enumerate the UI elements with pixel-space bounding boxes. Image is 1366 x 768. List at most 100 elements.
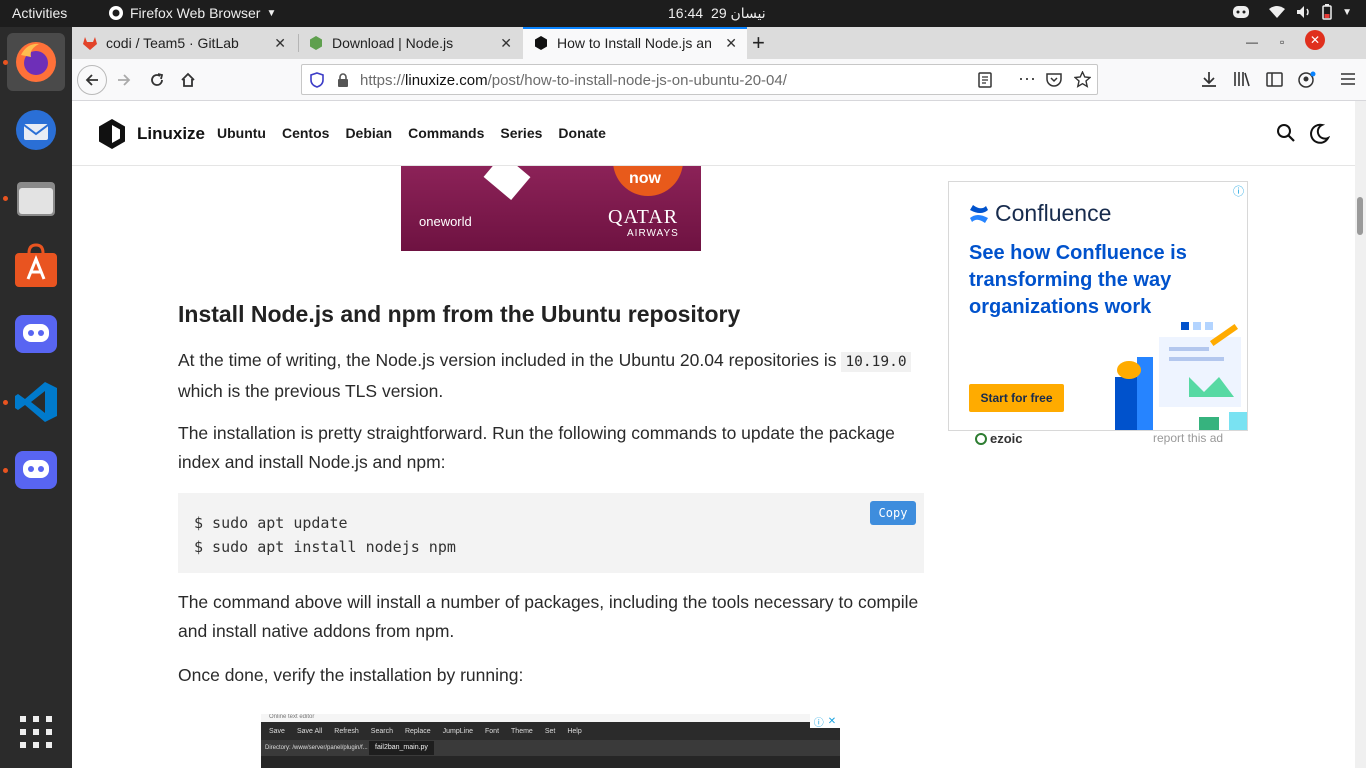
reload-button[interactable] xyxy=(142,65,172,95)
tab-title: codi / Team5 · GitLab xyxy=(106,35,239,51)
hamburger-menu-icon[interactable] xyxy=(1340,72,1356,86)
tab-nodejs[interactable]: Download | Node.js ✕ xyxy=(298,27,522,59)
copy-button[interactable]: Copy xyxy=(870,501,916,525)
ad-info-icon[interactable]: ⓘ xyxy=(1233,183,1244,199)
code-line: $ sudo apt install nodejs npm xyxy=(194,538,456,556)
site-logo[interactable]: Linuxize xyxy=(97,118,205,150)
forward-button[interactable] xyxy=(109,65,139,95)
nav-debian[interactable]: Debian xyxy=(345,125,392,141)
ezoic-logo[interactable]: ezoic xyxy=(975,431,1023,446)
system-tray[interactable]: ▼ xyxy=(1232,4,1352,20)
gitlab-icon xyxy=(83,37,97,50)
caret-down-icon: ▼ xyxy=(266,7,277,19)
tab-linuxize[interactable]: How to Install Node.js an ✕ xyxy=(523,27,747,59)
vscode-icon xyxy=(15,382,57,422)
pocket-icon[interactable] xyxy=(1046,72,1062,87)
navigation-toolbar: https://linuxize.com/post/how-to-install… xyxy=(72,59,1366,101)
close-icon[interactable]: ✕ xyxy=(725,35,737,52)
confluence-ad[interactable]: ⓘ Confluence See how Confluence is trans… xyxy=(948,181,1248,431)
nav-donate[interactable]: Donate xyxy=(558,125,605,141)
paragraph: Once done, verify the installation by ru… xyxy=(178,665,524,685)
start-for-free-button[interactable]: Start for free xyxy=(969,384,1064,412)
search-icon[interactable] xyxy=(1276,123,1296,143)
nav-series[interactable]: Series xyxy=(500,125,542,141)
ad-caption: Online text editor xyxy=(261,714,840,722)
app-menu[interactable]: Firefox Web Browser ▼ xyxy=(108,5,276,21)
account-icon[interactable] xyxy=(1298,71,1316,89)
close-icon[interactable]: ✕ xyxy=(500,35,512,52)
ad-toolbar-item: Save xyxy=(269,727,285,735)
show-applications-button[interactable] xyxy=(7,703,65,761)
dark-mode-moon-icon[interactable] xyxy=(1308,123,1330,145)
dock-vscode[interactable] xyxy=(7,373,65,431)
inline-code: 10.19.0 xyxy=(841,352,911,372)
back-button[interactable] xyxy=(77,65,107,95)
dock-discord-2[interactable] xyxy=(7,441,65,499)
site-header: Linuxize Ubuntu Centos Debian Commands S… xyxy=(72,101,1355,166)
paragraph: The installation is pretty straightforwa… xyxy=(178,423,895,472)
tab-gitlab[interactable]: codi / Team5 · GitLab ✕ xyxy=(72,27,296,59)
ad-headline: See how Confluence is transforming the w… xyxy=(969,242,1187,318)
ad-choices[interactable]: ⓘ ✕ xyxy=(810,714,840,729)
dock-firefox[interactable] xyxy=(7,33,65,91)
url-bar[interactable]: https://linuxize.com/post/how-to-install… xyxy=(301,64,1098,95)
ad-info-icon[interactable]: ⓘ xyxy=(814,714,824,729)
files-icon xyxy=(17,182,55,216)
caret-down-icon[interactable]: ▼ xyxy=(1342,7,1352,18)
tab-strip: codi / Team5 · GitLab ✕ Download | Node.… xyxy=(72,27,1366,59)
tracking-shield-icon[interactable] xyxy=(310,72,324,88)
nav-centos[interactable]: Centos xyxy=(282,125,329,141)
ad-file-tab: fail2ban_main.py xyxy=(369,741,434,755)
report-ad-link[interactable]: report this ad xyxy=(1153,431,1223,445)
ad-close-icon[interactable]: ✕ xyxy=(828,716,836,727)
firefox-small-icon xyxy=(109,6,123,20)
url-scheme: https:// xyxy=(360,72,406,89)
url-domain: linuxize.com xyxy=(405,72,488,89)
activities-button[interactable]: Activities xyxy=(12,5,67,21)
reader-view-icon[interactable] xyxy=(978,72,992,88)
paragraph-text: At the time of writing, the Node.js vers… xyxy=(178,350,837,370)
dock-thunderbird[interactable] xyxy=(7,101,65,159)
minimize-button[interactable]: — xyxy=(1246,35,1258,49)
page-scrollbar[interactable] xyxy=(1355,101,1366,768)
ad-toolbar-item: JumpLine xyxy=(442,727,474,735)
ad-illustration xyxy=(483,166,531,201)
maximize-button[interactable]: ▫ xyxy=(1280,35,1284,49)
dock-files[interactable] xyxy=(7,169,65,227)
wifi-icon[interactable] xyxy=(1268,5,1286,19)
ad-toolbar-item: Help xyxy=(567,727,582,735)
nav-commands[interactable]: Commands xyxy=(408,125,484,141)
home-button[interactable] xyxy=(173,65,203,95)
new-tab-button[interactable]: + xyxy=(752,30,765,56)
editor-screenshot-ad[interactable]: Online text editor Save Save All Refresh… xyxy=(261,714,840,768)
sidebar-icon[interactable] xyxy=(1266,72,1283,87)
volume-icon[interactable] xyxy=(1296,5,1312,19)
clock[interactable]: 16:44 29 نيسان xyxy=(668,5,766,22)
scrollbar-thumb[interactable] xyxy=(1357,197,1363,235)
close-window-button[interactable]: ✕ xyxy=(1305,30,1325,50)
url-text: https://linuxize.com/post/how-to-install… xyxy=(360,72,787,89)
dock-software[interactable] xyxy=(7,237,65,295)
ad-directory: Directory: /www/server/panel/plugin/f... xyxy=(261,740,840,756)
page-actions-icon[interactable]: ··· xyxy=(1018,68,1036,89)
dock-discord[interactable] xyxy=(7,305,65,363)
discord-tray-icon[interactable] xyxy=(1232,5,1250,19)
airways-logo: AIRWAYS xyxy=(627,228,679,239)
ad-toolbar-item: Font xyxy=(485,727,500,735)
desktop: Activities Firefox Web Browser ▼ 16:44 2… xyxy=(0,0,1366,768)
code-text[interactable]: $ sudo apt update $ sudo apt install nod… xyxy=(194,511,456,559)
confluence-brand-text: Confluence xyxy=(995,200,1112,226)
thunderbird-icon xyxy=(16,110,56,150)
downloads-icon[interactable] xyxy=(1201,71,1217,88)
lock-icon[interactable] xyxy=(337,73,349,87)
ad-toolbar: Save Save All Refresh Search Replace Jum… xyxy=(261,722,840,740)
nav-ubuntu[interactable]: Ubuntu xyxy=(217,125,266,141)
url-path: /post/how-to-install-node-js-on-ubuntu-2… xyxy=(487,72,787,89)
qatar-airways-ad[interactable]: now oneworld QATAR AIRWAYS xyxy=(401,166,701,251)
library-icon[interactable] xyxy=(1233,71,1251,87)
ad-directory-text: Directory: /www/server/panel/plugin/f... xyxy=(265,745,368,751)
bookmark-star-icon[interactable] xyxy=(1074,71,1091,88)
close-icon[interactable]: ✕ xyxy=(274,35,286,52)
battery-icon[interactable] xyxy=(1322,4,1332,20)
ezoic-text: ezoic xyxy=(990,431,1023,446)
